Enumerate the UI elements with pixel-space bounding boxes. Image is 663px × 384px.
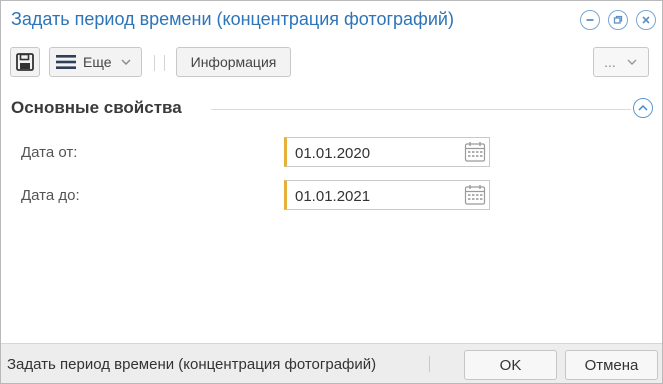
collapse-section-button[interactable] xyxy=(633,98,653,118)
date-to-value: 01.01.2021 xyxy=(295,188,371,205)
window-title: Задать период времени (концентрация фото… xyxy=(11,9,454,29)
toolbar-separator xyxy=(154,55,155,71)
toolbar-separator xyxy=(164,55,165,71)
date-to-field[interactable]: 01.01.2021 xyxy=(284,180,490,210)
cancel-button[interactable]: Отмена xyxy=(565,350,658,380)
date-from-label: Дата от: xyxy=(21,144,78,161)
chevron-down-icon xyxy=(627,59,637,65)
more-menu-button[interactable]: Еще xyxy=(49,47,142,77)
section-header: Основные свойства xyxy=(11,97,656,121)
restore-button[interactable] xyxy=(608,10,628,30)
extra-actions-label: ... xyxy=(604,54,616,70)
footer-separator xyxy=(429,356,430,372)
footer-bar: Задать период времени (концентрация фото… xyxy=(1,343,662,383)
calendar-icon[interactable] xyxy=(464,184,486,206)
chevron-up-icon xyxy=(638,104,648,111)
footer-status-text: Задать период времени (концентрация фото… xyxy=(7,356,377,373)
floppy-disk-icon xyxy=(16,53,34,71)
date-to-label: Дата до: xyxy=(21,187,80,204)
save-button[interactable] xyxy=(10,47,40,77)
close-button[interactable] xyxy=(636,10,656,30)
chevron-down-icon xyxy=(121,59,130,65)
hamburger-icon xyxy=(56,55,76,69)
info-button[interactable]: Информация xyxy=(176,47,291,77)
dialog-window: Задать период времени (концентрация фото… xyxy=(0,0,663,384)
date-from-field[interactable]: 01.01.2020 xyxy=(284,137,490,167)
minimize-button[interactable] xyxy=(580,10,600,30)
info-button-label: Информация xyxy=(190,54,277,70)
calendar-icon[interactable] xyxy=(464,141,486,163)
title-bar: Задать период времени (концентрация фото… xyxy=(1,1,662,39)
section-divider xyxy=(211,109,631,110)
restore-icon xyxy=(613,15,623,24)
close-icon xyxy=(642,16,650,24)
toolbar: Еще Информация ... xyxy=(1,45,662,79)
extra-actions-button[interactable]: ... xyxy=(593,47,649,77)
minimize-icon xyxy=(586,19,594,21)
more-menu-label: Еще xyxy=(83,54,112,70)
section-title: Основные свойства xyxy=(11,98,182,117)
date-from-value: 01.01.2020 xyxy=(295,145,371,162)
ok-button[interactable]: OK xyxy=(464,350,557,380)
